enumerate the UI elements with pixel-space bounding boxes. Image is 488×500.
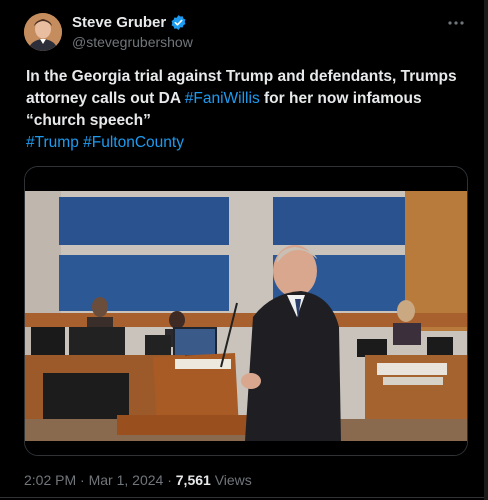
more-dots-icon[interactable] [447,14,465,37]
verified-badge-icon [171,15,186,30]
author-handle[interactable]: @stevegrubershow [72,34,193,50]
views-count: 7,561 [175,472,211,488]
tweet-text: In the Georgia trial against Trump and d… [26,66,471,132]
tweet-date[interactable]: Mar 1, 2024 [89,472,164,488]
avatar-image [24,13,62,51]
hashtag-row: #Trump #FultonCounty [26,134,184,152]
hashtag-faniwillis[interactable]: #FaniWillis [185,90,260,107]
tweet-time[interactable]: 2:02 PM [24,472,76,488]
views-label: Views [210,472,252,488]
divider [0,497,488,498]
meta-separator: · [163,472,176,488]
tweet-card: Steve Gruber @stevegrubershow In the Geo… [0,0,488,500]
scrollbar[interactable] [484,0,488,500]
hashtag-trump[interactable]: #Trump [26,134,79,151]
avatar[interactable] [24,13,62,51]
hashtag-fultoncounty[interactable]: #FultonCounty [83,134,184,151]
video-media[interactable] [24,166,468,456]
author-name-row[interactable]: Steve Gruber [72,14,187,31]
author-name[interactable]: Steve Gruber [72,14,166,31]
courtroom-video-frame [25,167,467,455]
meta-separator: · [76,472,89,488]
tweet-meta: 2:02 PM · Mar 1, 2024 · 7,561 Views [24,472,252,488]
